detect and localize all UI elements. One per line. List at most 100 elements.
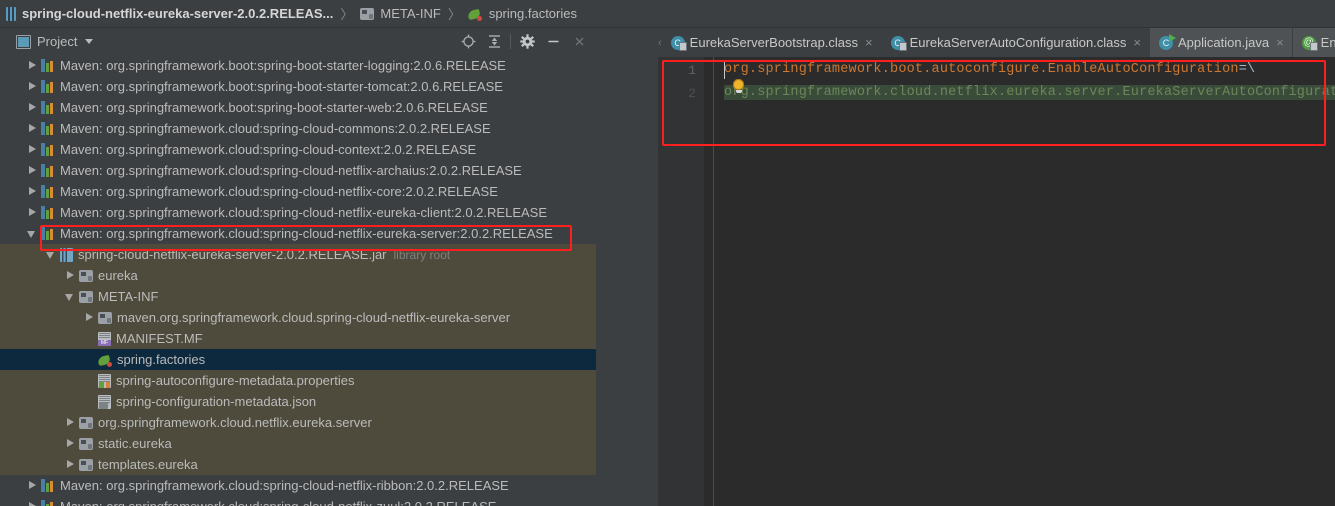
tree-expand-toggle[interactable] <box>45 248 58 261</box>
project-toolbar: Project <box>0 28 596 55</box>
project-view-selector[interactable]: Project <box>0 34 94 49</box>
tree-row[interactable]: static.eureka <box>0 433 596 454</box>
tree-row[interactable]: Maven: org.springframework.cloud:spring-… <box>0 223 596 244</box>
tree-row[interactable]: spring-autoconfigure-metadata.properties <box>0 370 596 391</box>
maven-lib-icon <box>41 479 55 492</box>
tree-row[interactable]: eureka <box>0 265 596 286</box>
tree-row-label: spring-cloud-netflix-eureka-server-2.0.2… <box>78 247 387 262</box>
tree-expand-toggle[interactable] <box>64 458 77 471</box>
tree-expand-toggle[interactable] <box>83 311 96 324</box>
tree-twisty-placeholder <box>83 353 96 366</box>
tree-row[interactable]: MANIFEST.MF <box>0 328 596 349</box>
tree-row-label: spring.factories <box>117 352 206 367</box>
spring-leaf-icon <box>468 7 483 21</box>
tab-eureka-server-bootstrap[interactable]: EurekaServerBootstrap.class × <box>661 28 882 57</box>
code-line-1: org.springframework.boot.autoconfigure.E… <box>724 62 1255 77</box>
breadcrumb-separator: 〉 <box>340 7 354 22</box>
tab-application-java[interactable]: Application.java × <box>1150 28 1293 57</box>
tree-row-label: META-INF <box>98 289 159 304</box>
class-file-icon <box>670 35 687 51</box>
maven-lib-icon <box>41 122 55 135</box>
project-tree[interactable]: Maven: org.springframework.boot:spring-b… <box>0 55 596 506</box>
tree-expand-toggle[interactable] <box>26 143 39 156</box>
tree-row[interactable]: maven.org.springframework.cloud.spring-c… <box>0 307 596 328</box>
tree-expand-toggle[interactable] <box>26 500 39 506</box>
tree-row[interactable]: Maven: org.springframework.cloud:spring-… <box>0 496 596 506</box>
breadcrumb-label: META-INF <box>380 6 441 21</box>
maven-lib-icon <box>41 80 55 93</box>
ide-window: spring-cloud-netflix-eureka-server-2.0.2… <box>0 0 1335 506</box>
breadcrumb-label: spring-cloud-netflix-eureka-server-2.0.2… <box>22 6 334 21</box>
annotation-icon <box>1301 35 1318 51</box>
tree-row[interactable]: Maven: org.springframework.cloud:spring-… <box>0 160 596 181</box>
gear-icon[interactable] <box>514 30 540 54</box>
tree-row[interactable]: Maven: org.springframework.cloud:spring-… <box>0 139 596 160</box>
tree-row[interactable]: Maven: org.springframework.cloud:spring-… <box>0 475 596 496</box>
breadcrumb: spring-cloud-netflix-eureka-server-2.0.2… <box>0 0 1335 28</box>
project-tool-window: Project Maven: org.springframework.boot:… <box>0 28 658 506</box>
breadcrumb-label: spring.factories <box>488 6 577 21</box>
close-icon[interactable] <box>566 30 592 54</box>
tree-twisty-placeholder <box>83 395 96 408</box>
editor-body: 1 2 org.springframework.boot.autoconfigu… <box>658 57 1335 506</box>
breadcrumb-item-spring-factories[interactable]: spring.factories <box>466 0 579 28</box>
manifest-icon <box>98 331 111 346</box>
tree-row-label: maven.org.springframework.cloud.spring-c… <box>117 310 511 325</box>
tree-row[interactable]: spring.factories <box>0 349 596 370</box>
tree-row[interactable]: spring-configuration-metadata.json <box>0 391 596 412</box>
tree-row[interactable]: Maven: org.springframework.boot:spring-b… <box>0 55 596 76</box>
tab-close-icon[interactable]: × <box>1133 35 1141 50</box>
tree-row[interactable]: Maven: org.springframework.cloud:spring-… <box>0 181 596 202</box>
tree-expand-toggle[interactable] <box>26 206 39 219</box>
code-key: org.springframework.boot.autoconfigure.E… <box>724 62 1239 77</box>
editor-tabs: ‹ EurekaServerBootstrap.class × EurekaSe… <box>658 28 1335 57</box>
tree-expand-toggle[interactable] <box>64 290 77 303</box>
package-folder-icon <box>79 416 93 429</box>
tree-row[interactable]: Maven: org.springframework.boot:spring-b… <box>0 97 596 118</box>
jar-icon <box>6 6 16 21</box>
tree-expand-toggle[interactable] <box>26 80 39 93</box>
tab-enable-eureka[interactable]: EnableEureka <box>1292 28 1335 57</box>
breadcrumb-item-meta-inf[interactable]: META-INF <box>358 0 442 28</box>
intention-bulb-icon[interactable] <box>733 79 744 93</box>
tree-expand-toggle[interactable] <box>26 164 39 177</box>
code-content[interactable]: org.springframework.boot.autoconfigure.E… <box>716 57 1335 506</box>
maven-lib-icon <box>41 164 55 177</box>
tree-row[interactable]: spring-cloud-netflix-eureka-server-2.0.2… <box>0 244 596 265</box>
tree-expand-toggle[interactable] <box>26 479 39 492</box>
tab-label: EnableEureka <box>1320 35 1335 50</box>
tab-eureka-server-auto-configuration[interactable]: EurekaServerAutoConfiguration.class × <box>881 28 1150 57</box>
scroll-from-source-icon[interactable] <box>455 30 481 54</box>
tree-row[interactable]: Maven: org.springframework.cloud:spring-… <box>0 202 596 223</box>
tree-row[interactable]: Maven: org.springframework.boot:spring-b… <box>0 76 596 97</box>
tree-row[interactable]: org.springframework.cloud.netflix.eureka… <box>0 412 596 433</box>
collapse-all-icon[interactable] <box>481 30 507 54</box>
tree-expand-toggle[interactable] <box>26 101 39 114</box>
tree-expand-toggle[interactable] <box>64 437 77 450</box>
tree-row[interactable]: templates.eureka <box>0 454 596 475</box>
tree-expand-toggle[interactable] <box>64 416 77 429</box>
package-folder-icon <box>79 458 93 471</box>
package-folder-icon <box>79 290 93 303</box>
code-continuation: \ <box>1247 62 1256 77</box>
tree-expand-toggle[interactable] <box>26 227 39 240</box>
package-folder-icon <box>360 7 375 20</box>
tree-expand-toggle[interactable] <box>64 269 77 282</box>
tree-row[interactable]: Maven: org.springframework.cloud:spring-… <box>0 118 596 139</box>
tree-expand-toggle[interactable] <box>26 59 39 72</box>
tree-row-label: Maven: org.springframework.cloud:spring-… <box>60 184 498 199</box>
tree-expand-toggle[interactable] <box>26 122 39 135</box>
breadcrumb-item-jar[interactable]: spring-cloud-netflix-eureka-server-2.0.2… <box>4 0 335 28</box>
package-folder-icon <box>98 311 112 324</box>
minimize-icon[interactable] <box>540 30 566 54</box>
project-view-icon <box>16 34 31 49</box>
tab-label: Application.java <box>1178 35 1270 50</box>
breadcrumb-separator: 〉 <box>447 7 461 22</box>
tree-expand-toggle[interactable] <box>26 185 39 198</box>
tab-close-icon[interactable]: × <box>865 35 873 50</box>
tab-close-icon[interactable]: × <box>1276 35 1284 50</box>
tree-row[interactable]: META-INF <box>0 286 596 307</box>
maven-lib-icon <box>41 101 55 114</box>
code-value: org.springframework.cloud.netflix.eureka… <box>724 85 1335 100</box>
tab-label: EurekaServerBootstrap.class <box>689 35 859 50</box>
